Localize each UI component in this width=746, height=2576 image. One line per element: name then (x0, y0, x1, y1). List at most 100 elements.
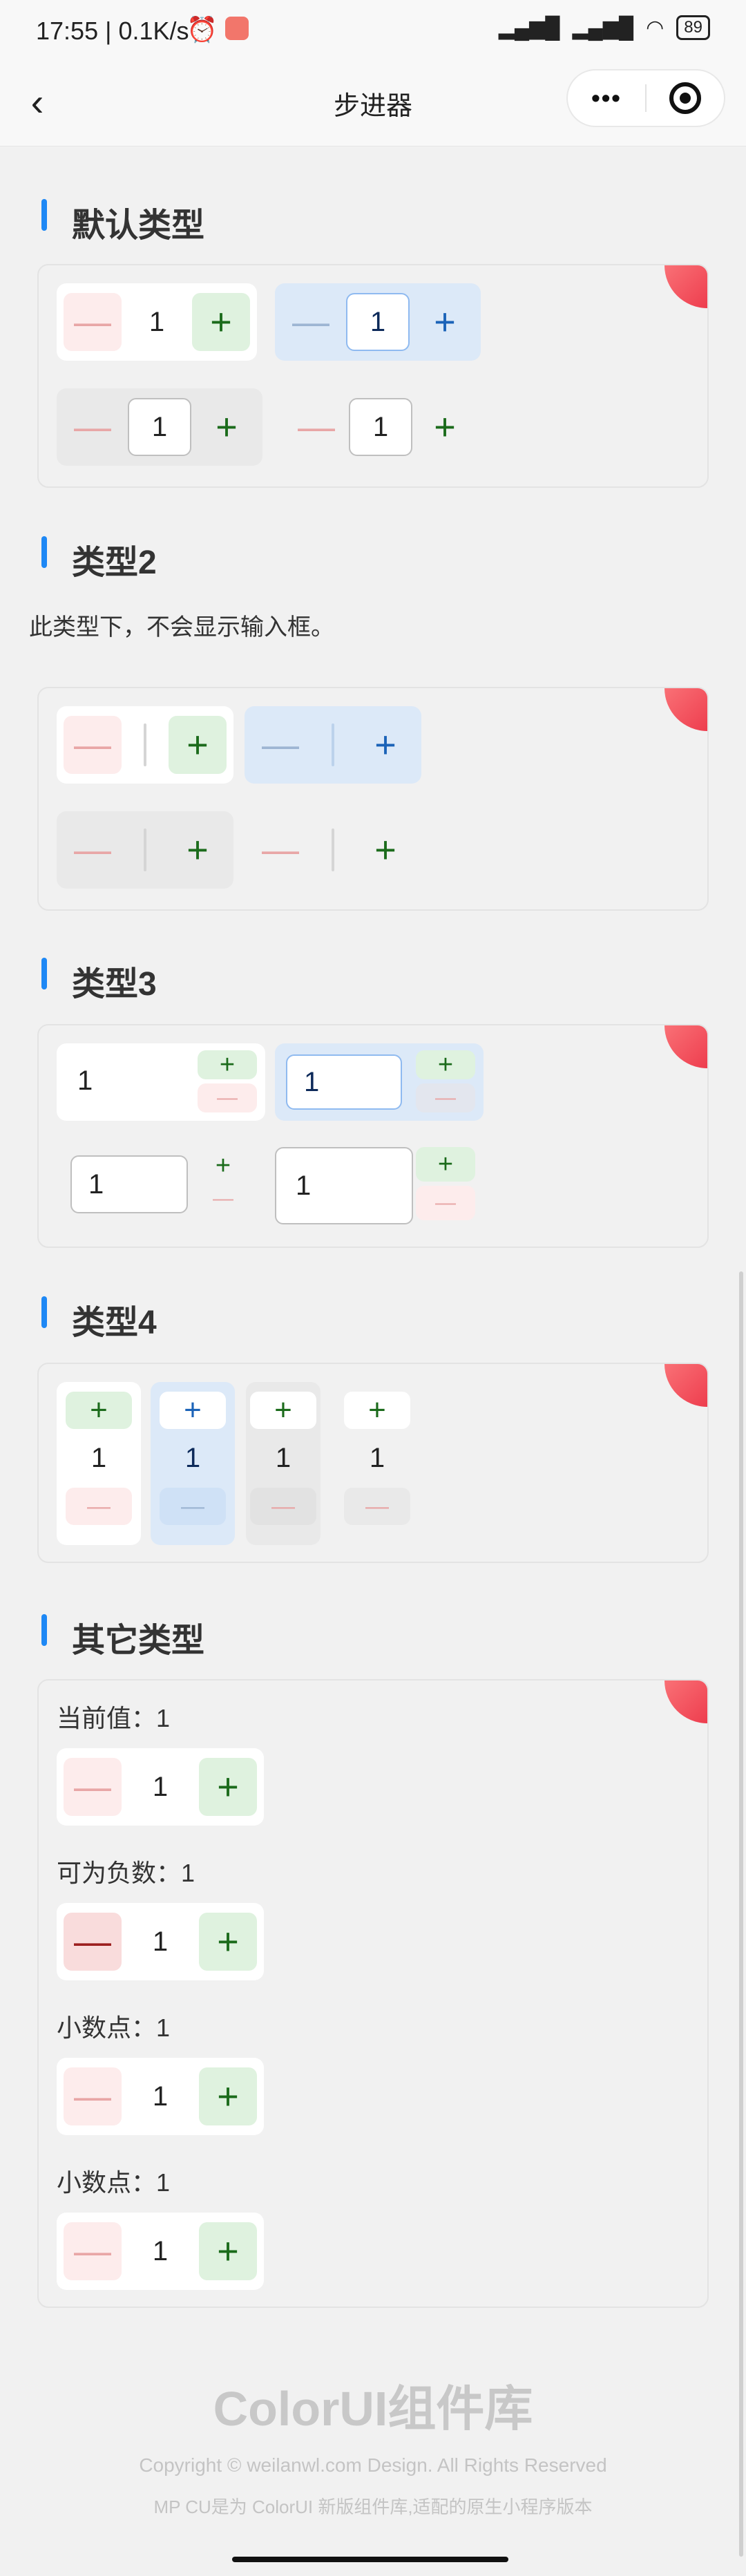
stepper-value: 1 (90, 1443, 107, 1473)
plus-button[interactable]: + (198, 1050, 257, 1079)
stepper-default-grey: — 1 + (57, 388, 262, 466)
minus-button[interactable]: — (416, 1083, 475, 1112)
plus-button[interactable]: + (169, 821, 227, 879)
plus-button[interactable]: + (199, 2067, 257, 2125)
plus-button[interactable]: + (250, 1392, 316, 1429)
stepper-type4-grey: + 1 — (246, 1382, 321, 1545)
stepper-type3-grey: 1 + — (57, 1147, 247, 1224)
stepper-value: 1 (152, 1926, 169, 1957)
stepper-default-blue: — 1 + (275, 283, 481, 361)
stepper-value: 1 (369, 1443, 385, 1473)
plus-button[interactable]: + (416, 1147, 475, 1182)
copyright-text: Copyright © weilanwl.com Design. All Rig… (139, 2454, 607, 2476)
minus-button[interactable]: — (199, 1184, 247, 1213)
minus-button[interactable]: — (64, 1758, 122, 1816)
plus-button[interactable]: + (416, 293, 474, 351)
stepper-value: 1 (149, 306, 165, 337)
minus-button[interactable]: — (64, 293, 122, 351)
stepper-type3-plain: 1 + — (275, 1147, 484, 1224)
battery-icon: 89 (676, 15, 710, 40)
minus-button[interactable]: — (160, 1488, 226, 1525)
stepper-divider (332, 723, 334, 766)
plus-button[interactable]: + (416, 398, 474, 456)
home-indicator (232, 2557, 508, 2562)
scrollbar[interactable] (739, 1271, 743, 2557)
corner-badge (664, 265, 707, 308)
decimal-label-1: 小数点：1 (57, 2014, 171, 2042)
minus-button[interactable]: — (282, 293, 340, 351)
more-menu-button[interactable]: ••• (568, 84, 645, 113)
card-default: — 1 + — 1 + — 1 + — 1 + (37, 264, 709, 488)
plus-button[interactable]: + (66, 1392, 132, 1429)
stepper-input[interactable]: 1 (349, 398, 412, 456)
minus-button[interactable]: — (64, 2067, 122, 2125)
stepper-type2-plain: — + (245, 811, 421, 889)
wifi-icon: ◠ (646, 16, 664, 39)
stepper-decimal-2: — 1 + (57, 2213, 264, 2290)
card-type3: 1 + — 1 + — 1 + — 1 + — (37, 1024, 709, 1248)
minus-button[interactable]: — (198, 1083, 257, 1112)
plus-button[interactable]: + (356, 716, 414, 774)
target-icon (669, 82, 701, 114)
stepper-divider (332, 828, 334, 871)
section-accent-bar (41, 958, 47, 989)
card-type2: — + — + — + — + (37, 687, 709, 911)
plus-button[interactable]: + (199, 1758, 257, 1816)
status-bar: 17:55 | 0.1K/s ⏰ ▂▄▆█ ▂▄▆█ ◠ 89 (0, 0, 746, 62)
stepper-negative: — 1 + (57, 1903, 264, 1980)
section-accent-bar (41, 1296, 47, 1328)
plus-button[interactable]: + (199, 2222, 257, 2280)
minus-button[interactable]: — (287, 398, 345, 456)
navigation-bar: ‹ 步进器 ••• (0, 62, 746, 146)
section-accent-bar (41, 536, 47, 568)
plus-button[interactable]: + (192, 293, 250, 351)
stepper-type3-blue: 1 + — (275, 1043, 484, 1121)
stepper-value: 1 (152, 1771, 169, 1802)
minus-button[interactable]: — (416, 1186, 475, 1220)
minus-button[interactable]: — (66, 1488, 132, 1525)
stepper-input[interactable]: 1 (275, 1147, 413, 1224)
stepper-input[interactable]: 1 (70, 1155, 188, 1213)
stepper-type3-white: 1 + — (57, 1043, 265, 1121)
minus-button[interactable]: — (64, 398, 122, 456)
stepper-input[interactable]: 1 (346, 293, 410, 351)
stepper-value: 1 (152, 2235, 169, 2266)
stepper-type2-white: — + (57, 706, 233, 784)
minus-button[interactable]: — (64, 821, 122, 879)
plus-button[interactable]: + (198, 398, 256, 456)
minus-button[interactable]: — (64, 716, 122, 774)
negative-value-label: 可为负数：1 (57, 1859, 195, 1887)
plus-button[interactable]: + (416, 1050, 475, 1079)
plus-button[interactable]: + (344, 1392, 410, 1429)
mini-program-capsule: ••• (566, 69, 725, 127)
close-mini-program-button[interactable] (647, 82, 724, 114)
plus-button[interactable]: + (356, 821, 414, 879)
alarm-icon: ⏰ (186, 15, 218, 44)
stepper-type2-grey: — + (57, 811, 233, 889)
section-title-text: 类型4 (72, 1305, 157, 1341)
status-time: 17:55 | 0.1K/s (36, 17, 189, 45)
minus-button[interactable]: — (64, 2222, 122, 2280)
minus-button[interactable]: — (251, 821, 309, 879)
minus-button[interactable]: — (344, 1488, 410, 1525)
section-accent-bar (41, 199, 47, 231)
plus-button[interactable]: + (169, 716, 227, 774)
minus-button[interactable]: — (64, 1913, 122, 1971)
stepper-input[interactable]: 1 (128, 398, 191, 456)
plus-button[interactable]: + (199, 1913, 257, 1971)
stepper-default-white: — 1 + (57, 283, 257, 361)
plus-button[interactable]: + (160, 1392, 226, 1429)
plus-button[interactable]: + (199, 1151, 247, 1180)
colorui-logo: ColorUI组件库 (213, 2382, 533, 2436)
stepper-input[interactable]: 1 (286, 1054, 402, 1110)
minus-button[interactable]: — (251, 716, 309, 774)
stepper-value: 1 (77, 1066, 93, 1096)
stepper-current: — 1 + (57, 1748, 264, 1826)
footer-subtext: MP CU是为 ColorUI 新版组件库,适配的原生小程序版本 (153, 2497, 593, 2517)
stepper-value: 1 (184, 1443, 201, 1473)
minus-button[interactable]: — (250, 1488, 316, 1525)
stepper-default-plain: — 1 + (280, 388, 481, 466)
section-title-text: 类型2 (72, 544, 157, 581)
stepper-value: 1 (275, 1443, 291, 1473)
stepper-divider (144, 723, 146, 766)
